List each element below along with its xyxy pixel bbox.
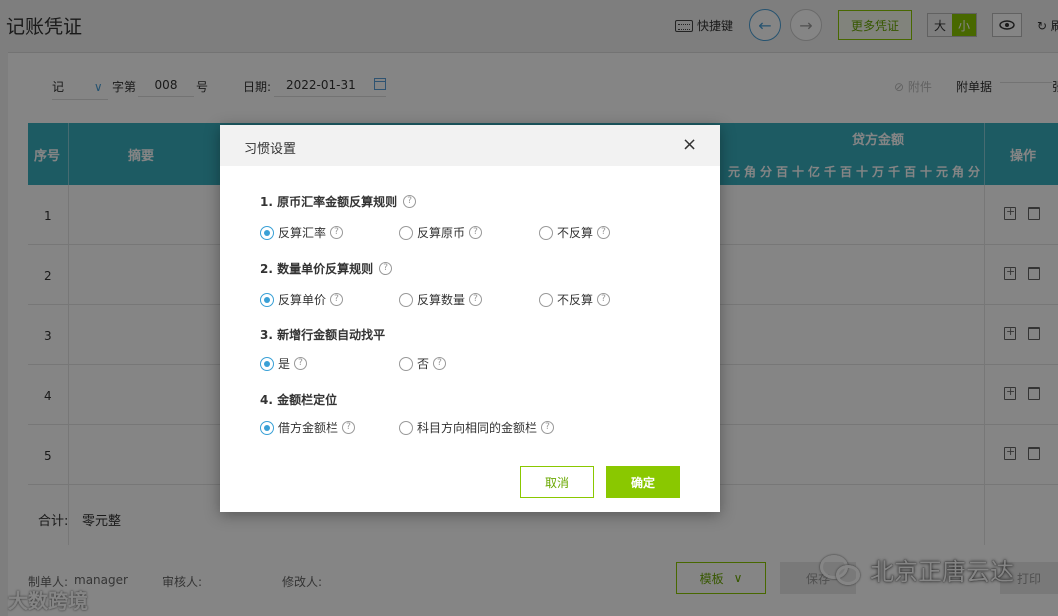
radio-unchecked[interactable] [539, 292, 553, 307]
radio-option[interactable]: 不反算 ? [539, 291, 611, 308]
radio-checked[interactable] [260, 225, 274, 240]
radio-option[interactable]: 是 ? [260, 355, 308, 372]
radio-unchecked[interactable] [399, 420, 413, 435]
radio-checked[interactable] [260, 356, 274, 371]
radio-checked[interactable] [260, 292, 274, 307]
help-icon[interactable]: ? [469, 293, 483, 306]
radio-unchecked[interactable] [399, 292, 413, 307]
option-label: 不反算 [557, 226, 594, 240]
cancel-button[interactable]: 取消 [520, 466, 594, 498]
section-title-text: 2. 数量单价反算规则 [260, 262, 374, 276]
dialog-header: 习惯设置 × [220, 125, 720, 166]
help-icon[interactable]: ? [342, 421, 356, 434]
habit-settings-dialog: 习惯设置 × 1. 原币汇率金额反算规则 ? 反算汇率 ? 反算原币 ? 不反算… [220, 125, 720, 512]
radio-unchecked[interactable] [399, 225, 413, 240]
section-title: 2. 数量单价反算规则 ? [260, 260, 393, 277]
option-label: 反算汇率 [278, 226, 327, 240]
help-icon[interactable]: ? [330, 226, 344, 239]
help-icon[interactable]: ? [597, 293, 611, 306]
help-icon[interactable]: ? [541, 421, 555, 434]
radio-unchecked[interactable] [399, 356, 413, 371]
section-title-text: 3. 新增行金额自动找平 [260, 328, 386, 342]
section-title-text: 1. 原币汇率金额反算规则 [260, 195, 398, 209]
confirm-button[interactable]: 确定 [606, 466, 680, 498]
section-title: 4. 金额栏定位 [260, 391, 337, 408]
radio-option[interactable]: 不反算 ? [539, 224, 611, 241]
close-icon[interactable]: × [682, 135, 697, 155]
option-label: 反算原币 [417, 226, 466, 240]
radio-option[interactable]: 反算数量 ? [399, 291, 483, 308]
option-label: 反算单价 [278, 293, 327, 307]
dialog-title: 习惯设置 [244, 142, 297, 157]
option-label: 否 [417, 357, 430, 371]
radio-option[interactable]: 否 ? [399, 355, 447, 372]
option-label: 反算数量 [417, 293, 466, 307]
option-label: 不反算 [557, 293, 594, 307]
radio-option[interactable]: 反算原币 ? [399, 224, 483, 241]
help-icon[interactable]: ? [433, 357, 447, 370]
radio-option[interactable]: 反算单价 ? [260, 291, 344, 308]
option-label: 借方金额栏 [278, 421, 339, 435]
radio-option[interactable]: 科目方向相同的金额栏 ? [399, 419, 555, 436]
help-icon[interactable]: ? [403, 195, 417, 208]
help-icon[interactable]: ? [597, 226, 611, 239]
section-title: 3. 新增行金额自动找平 [260, 326, 385, 343]
radio-checked[interactable] [260, 420, 274, 435]
help-icon[interactable]: ? [330, 293, 344, 306]
help-icon[interactable]: ? [294, 357, 308, 370]
help-icon[interactable]: ? [469, 226, 483, 239]
option-label: 科目方向相同的金额栏 [417, 421, 538, 435]
help-icon[interactable]: ? [379, 262, 393, 275]
section-title-text: 4. 金额栏定位 [260, 393, 338, 407]
radio-option[interactable]: 借方金额栏 ? [260, 419, 356, 436]
radio-option[interactable]: 反算汇率 ? [260, 224, 344, 241]
radio-unchecked[interactable] [539, 225, 553, 240]
option-label: 是 [278, 357, 291, 371]
section-title: 1. 原币汇率金额反算规则 ? [260, 193, 417, 210]
